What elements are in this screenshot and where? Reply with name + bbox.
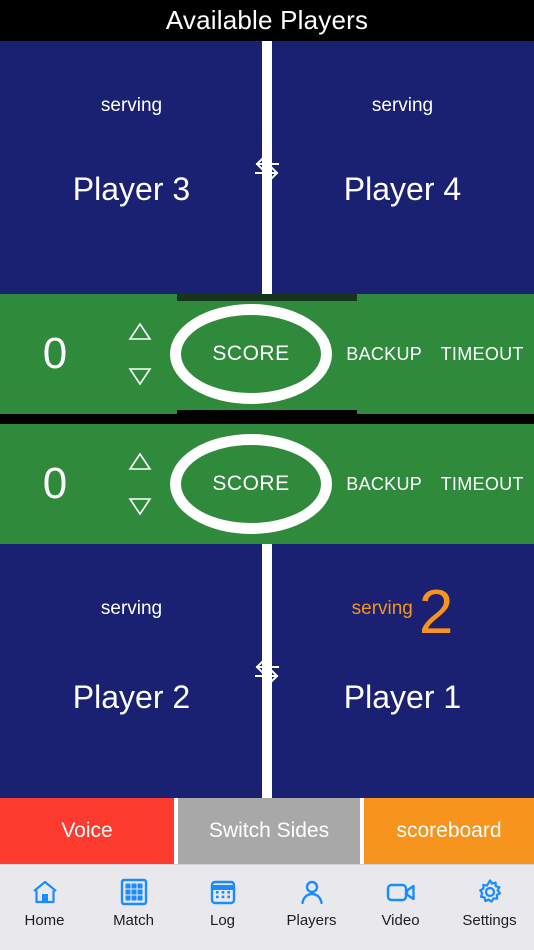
score-steppers — [110, 321, 170, 387]
scoreboard-button[interactable]: scoreboard — [364, 798, 534, 864]
calendar-icon — [209, 877, 237, 907]
gear-icon — [476, 877, 504, 907]
score-value: 0 — [42, 459, 68, 508]
triangle-down-icon[interactable] — [128, 367, 152, 387]
page-title: Available Players — [165, 5, 369, 35]
top-player-row: serving Player 3 serving Player 4 — [0, 41, 534, 294]
swap-horizontal-arrows-icon[interactable] — [250, 654, 284, 688]
tab-video[interactable]: Video — [356, 877, 445, 929]
player-cell-player3[interactable]: serving Player 3 — [0, 41, 263, 294]
tab-label: Match — [113, 912, 154, 929]
bottom-tab-bar: Home Match Log Players Video Settings — [0, 864, 534, 950]
video-camera-icon — [386, 877, 416, 907]
timeout-button[interactable]: TIMEOUT — [441, 344, 524, 365]
triangle-up-icon[interactable] — [128, 451, 152, 471]
triangle-down-icon[interactable] — [128, 497, 152, 517]
serving-label: serving — [100, 598, 163, 619]
tab-match[interactable]: Match — [89, 877, 178, 929]
home-icon — [31, 877, 59, 907]
backup-button[interactable]: BACKUP — [346, 344, 422, 365]
panel-divider — [0, 410, 534, 428]
tab-log[interactable]: Log — [178, 877, 267, 929]
tab-players[interactable]: Players — [267, 877, 356, 929]
score-panel-top: 0 SCORE BACKUP TIMEOUT — [0, 294, 534, 414]
switch-sides-button[interactable]: Switch Sides — [178, 798, 360, 864]
serving-indicator-player4: serving — [271, 41, 534, 171]
score-steppers — [110, 451, 170, 517]
score-button[interactable]: SCORE — [170, 434, 332, 534]
serving-indicator-player2: serving — [0, 544, 263, 674]
serving-label: serving — [351, 598, 413, 619]
action-button-bar: Voice Switch Sides scoreboard — [0, 798, 534, 864]
bottom-player-row: serving Player 2 serving 2 Player 1 — [0, 544, 534, 798]
match-scoring-screen: Available Players serving Player 3 servi… — [0, 0, 534, 950]
titlebar: Available Players — [0, 0, 534, 41]
person-icon — [298, 877, 326, 907]
tab-settings[interactable]: Settings — [445, 877, 534, 929]
triangle-up-icon[interactable] — [128, 321, 152, 341]
voice-button[interactable]: Voice — [0, 798, 174, 864]
serve-count: 2 — [418, 578, 454, 648]
score-panel-bottom: 0 SCORE BACKUP TIMEOUT — [0, 424, 534, 544]
timeout-button[interactable]: TIMEOUT — [441, 474, 524, 495]
score-value: 0 — [42, 329, 68, 378]
panel-actions: BACKUP TIMEOUT — [332, 344, 534, 365]
tab-label: Settings — [462, 912, 517, 929]
backup-button[interactable]: BACKUP — [346, 474, 422, 495]
player-cell-player2[interactable]: serving Player 2 — [0, 544, 263, 798]
serving-label: serving — [371, 95, 434, 116]
serving-indicator-player3: serving — [0, 41, 263, 171]
tab-label: Log — [209, 912, 236, 929]
player-cell-player4[interactable]: serving Player 4 — [271, 41, 534, 294]
tab-label: Players — [286, 912, 337, 929]
tab-label: Home — [24, 912, 65, 929]
serving-label: serving — [100, 95, 163, 116]
player-cell-player1[interactable]: serving 2 Player 1 — [271, 544, 534, 798]
serving-indicator-player1: serving 2 — [271, 544, 534, 674]
tab-label: Video — [381, 912, 420, 929]
grid-icon — [120, 877, 148, 907]
score-button[interactable]: SCORE — [170, 304, 332, 404]
tab-home[interactable]: Home — [0, 877, 89, 929]
swap-horizontal-arrows-icon[interactable] — [250, 151, 284, 185]
panel-top-accent-bar — [177, 294, 357, 301]
panel-actions: BACKUP TIMEOUT — [332, 474, 534, 495]
